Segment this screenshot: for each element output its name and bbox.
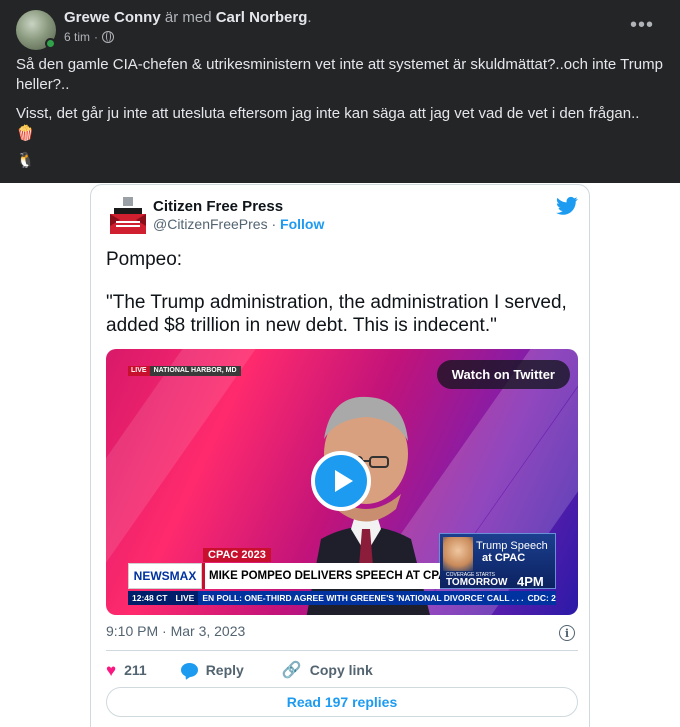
network-logo: NEWSMAX	[128, 563, 202, 589]
tweet-text-line-1: Pompeo:	[106, 249, 183, 270]
reply-button[interactable]: Reply	[180, 662, 244, 678]
ticker-live: LIVE	[171, 591, 199, 605]
reply-bubble-icon	[180, 663, 198, 677]
copy-link-button[interactable]: 🔗 Copy link	[282, 660, 373, 680]
ticker-text: EN POLL: ONE-THIRD AGREE WITH GREENE'S '…	[202, 593, 524, 603]
post-paragraph-2: Visst, det går ju inte att utesluta efte…	[16, 105, 640, 122]
live-location-tag: LIVE NATIONAL HARBOR, MD	[128, 366, 241, 376]
chyron-headline: MIKE POMPEO DELIVERS SPEECH AT CPAC	[202, 563, 440, 589]
divider	[106, 650, 578, 651]
tweet-handle[interactable]: @CitizenFreePres	[153, 216, 268, 232]
citizen-free-press-logo[interactable]	[108, 194, 148, 238]
promo-day: TOMORROW	[446, 577, 508, 588]
lower-third: NEWSMAX MIKE POMPEO DELIVERS SPEECH AT C…	[128, 563, 440, 589]
facebook-post: Grewe Conny är med Carl Norberg. 6 tim ·…	[0, 0, 680, 183]
cpac-tag: CPAC 2023	[203, 548, 271, 562]
live-tag: LIVE	[128, 366, 150, 376]
tweet-handle-line: @CitizenFreePres · Follow	[153, 216, 325, 232]
follow-button[interactable]: Follow	[280, 216, 324, 232]
tweet-author-name[interactable]: Citizen Free Press	[153, 198, 283, 215]
author-avatar[interactable]	[16, 10, 56, 50]
tweet-text-quote: "The Trump administration, the administr…	[106, 292, 567, 336]
post-meta: 6 tim ·	[64, 30, 115, 44]
post-time[interactable]: 6 tim	[64, 30, 90, 44]
link-icon: 🔗	[281, 662, 302, 679]
ticker-time: 12:48 CT	[128, 591, 172, 605]
twitter-bird-icon[interactable]	[556, 196, 578, 216]
globe-icon[interactable]	[102, 31, 115, 43]
like-button[interactable]: ♥ 211	[106, 662, 147, 679]
author-name[interactable]: Grewe Conny	[64, 9, 161, 26]
online-status-dot	[45, 38, 56, 49]
heart-icon: ♥	[106, 660, 117, 680]
promo-time: 4PM	[517, 574, 544, 589]
promo-line-2: at CPAC	[482, 552, 526, 564]
tweet-timestamp[interactable]: 9:10 PM · Mar 3, 2023	[106, 623, 245, 639]
promo-line-1: Trump Speech	[476, 540, 548, 552]
post-paragraph-1: Så den gamle CIA-chefen & utrikesministe…	[16, 56, 663, 93]
read-replies-button[interactable]: Read 197 replies	[106, 687, 578, 717]
popcorn-emoji: 🍿	[16, 125, 35, 142]
like-count: 211	[124, 662, 147, 678]
penguin-emoji: 🐧	[16, 152, 35, 169]
watch-on-twitter-button[interactable]: Watch on Twitter	[436, 360, 570, 389]
info-icon[interactable]: i	[559, 625, 575, 641]
copy-link-label: Copy link	[309, 662, 373, 678]
ticker-right: CDC: 20	[527, 593, 556, 603]
tweet-actions: ♥ 211 Reply 🔗 Copy link	[106, 660, 373, 680]
tweet-video[interactable]: LIVE NATIONAL HARBOR, MD Watch on Twitte…	[106, 349, 578, 615]
more-options-icon[interactable]: •••	[630, 14, 654, 37]
with-text: är med	[164, 9, 212, 26]
play-button-icon[interactable]	[311, 451, 371, 511]
promo-box: Trump Speech at CPAC COVERAGE STARTS TOM…	[439, 533, 556, 589]
news-ticker: 12:48 CT LIVE EN POLL: ONE-THIRD AGREE W…	[128, 591, 556, 605]
reply-label: Reply	[205, 662, 244, 678]
tagged-name[interactable]: Carl Norberg	[216, 9, 308, 26]
post-author-line: Grewe Conny är med Carl Norberg.	[64, 9, 312, 26]
location-tag: NATIONAL HARBOR, MD	[149, 366, 241, 376]
promo-portrait	[443, 537, 473, 571]
